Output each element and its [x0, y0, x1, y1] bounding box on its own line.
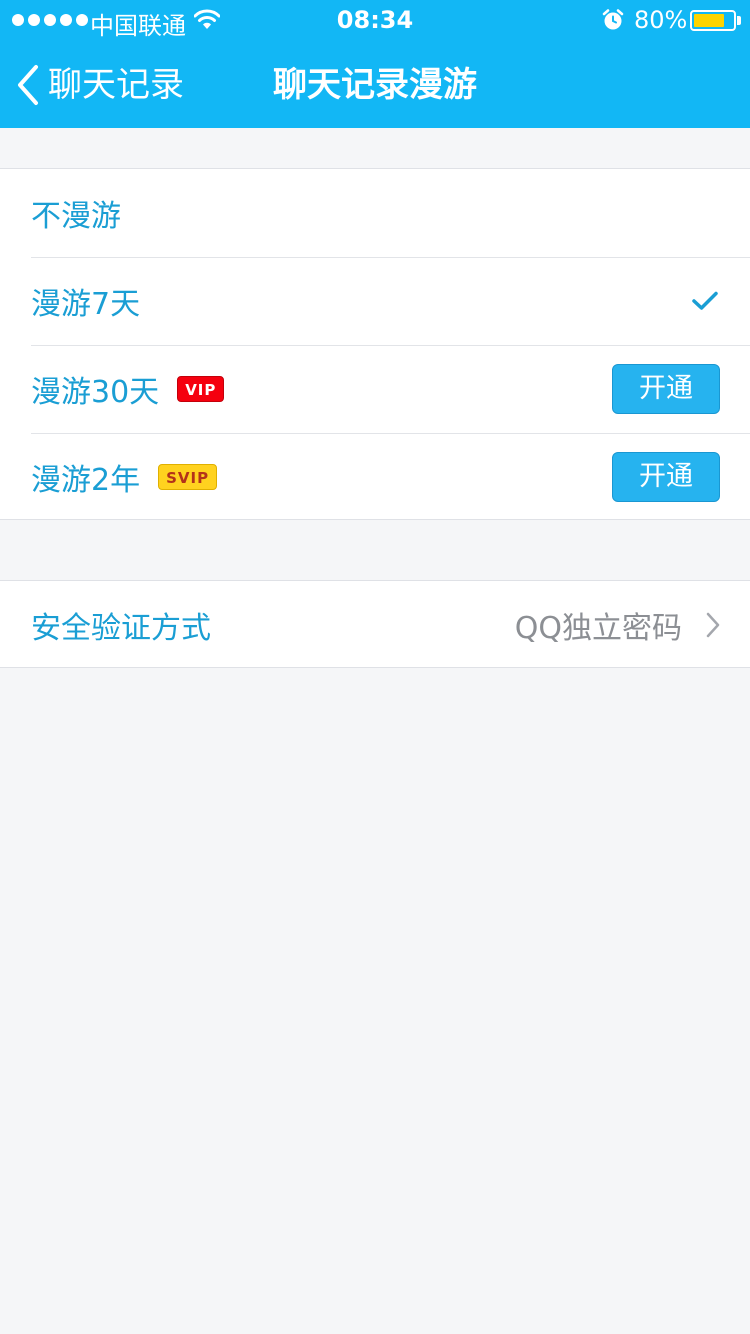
security-settings-group: 安全验证方式 QQ独立密码 — [0, 580, 750, 668]
back-button-label: 聊天记录 — [48, 65, 184, 105]
vip-badge: VIP — [177, 376, 225, 402]
roam-option-7-days[interactable]: 漫游7天 — [0, 257, 750, 345]
open-vip-button[interactable]: 开通 — [612, 364, 720, 414]
roam-option-none[interactable]: 不漫游 — [0, 169, 750, 257]
chevron-right-icon — [706, 612, 720, 638]
roam-option-label: 不漫游 — [31, 199, 121, 234]
battery-level-fill — [694, 14, 725, 27]
security-verification-row[interactable]: 安全验证方式 QQ独立密码 — [0, 581, 750, 669]
svip-badge: SVIP — [158, 464, 218, 490]
roam-option-30-days[interactable]: 漫游30天 VIP 开通 — [0, 345, 750, 433]
page-title: 聊天记录漫游 — [273, 65, 477, 105]
back-button[interactable]: 聊天记录 — [14, 60, 184, 110]
roam-option-label: 漫游7天 — [31, 287, 141, 322]
open-svip-button[interactable]: 开通 — [612, 452, 720, 502]
battery-cap — [737, 16, 741, 25]
header-bar: 中国联通 08:34 80% 聊天记录 聊天记录漫游 — [0, 0, 750, 128]
roam-option-2-years[interactable]: 漫游2年 SVIP 开通 — [0, 433, 750, 521]
chevron-left-icon — [18, 65, 38, 105]
battery-percentage: 80% — [634, 6, 688, 34]
roam-option-label: 漫游30天 — [31, 375, 160, 410]
checkmark-icon — [692, 291, 718, 310]
status-bar: 中国联通 08:34 80% — [0, 0, 750, 40]
security-verification-label: 安全验证方式 — [31, 611, 211, 646]
battery-icon — [690, 10, 736, 31]
roam-option-label: 漫游2年 — [31, 463, 141, 498]
security-verification-value: QQ独立密码 — [514, 611, 682, 646]
roam-options-list: 不漫游 漫游7天 漫游30天 VIP 开通 漫游2年 SVIP 开通 — [0, 168, 750, 520]
alarm-clock-icon — [602, 9, 624, 30]
